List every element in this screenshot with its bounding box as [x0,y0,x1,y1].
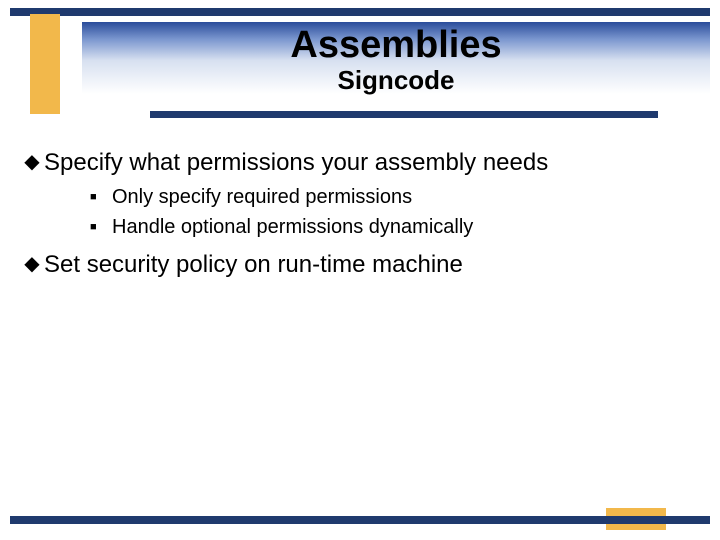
bullet-level2: ■ Handle optional permissions dynamicall… [90,214,700,240]
sub-bullet-list: ■ Only specify required permissions ■ Ha… [90,184,700,240]
diamond-bullet-icon: ◆ [20,252,44,277]
slide-body: ◆ Specify what permissions your assembly… [20,140,700,286]
slide-subtitle: Signcode [82,66,710,95]
bottom-rule [10,516,710,524]
bullet-level2: ■ Only specify required permissions [90,184,700,210]
square-bullet-icon: ■ [90,220,112,234]
bullet-level1: ◆ Specify what permissions your assembly… [20,148,700,178]
header: Assemblies Signcode [82,22,710,118]
slide: Assemblies Signcode ◆ Specify what permi… [0,0,720,540]
slide-title: Assemblies [82,26,710,66]
bullet-text: Specify what permissions your assembly n… [44,148,548,178]
bullet-text: Set security policy on run-time machine [44,250,463,280]
header-underline [150,111,658,118]
diamond-bullet-icon: ◆ [20,150,44,175]
bullet-text: Only specify required permissions [112,184,412,210]
bullet-level1: ◆ Set security policy on run-time machin… [20,250,700,280]
gold-accent-top [30,14,60,114]
bullet-text: Handle optional permissions dynamically [112,214,473,240]
top-rule [10,8,710,16]
square-bullet-icon: ■ [90,190,112,204]
